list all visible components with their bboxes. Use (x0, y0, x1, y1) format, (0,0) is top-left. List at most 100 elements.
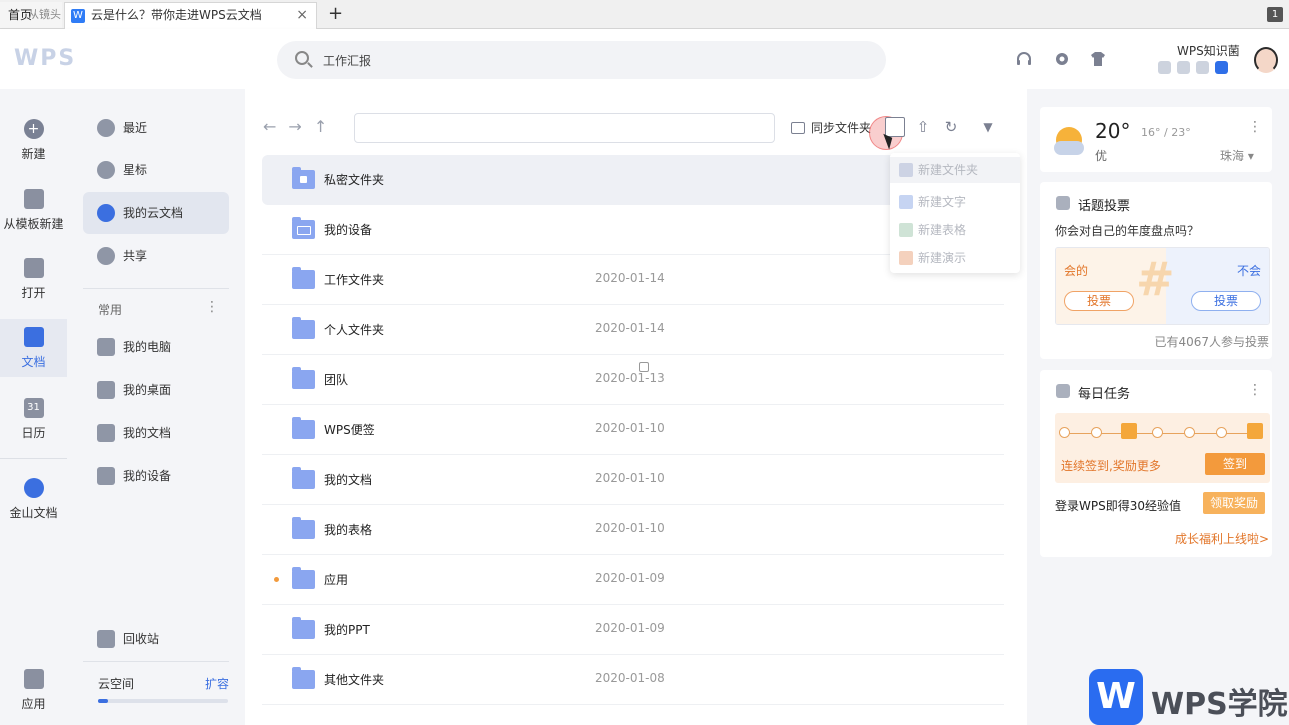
refresh-icon[interactable]: ↻ (941, 117, 961, 137)
folder-icon (292, 467, 315, 489)
skin-shirt-icon[interactable] (1089, 50, 1107, 68)
spreadsheet-icon (899, 223, 913, 237)
nav-divider (83, 661, 229, 662)
wps-logo: WPS (14, 46, 77, 71)
rail-new-label: 新建 (21, 147, 46, 161)
people-icon (97, 247, 115, 265)
rail-apps-label: 应用 (21, 697, 46, 711)
back-arrow-icon[interactable]: ← (263, 117, 276, 136)
filter-icon[interactable]: ▼ (978, 117, 998, 137)
nav-trash[interactable]: 回收站 (83, 618, 229, 660)
folder-icon (292, 367, 315, 389)
vote-options: # 会的 不会 投票 投票 (1055, 247, 1270, 325)
rail-docs[interactable]: 文档 (0, 319, 67, 377)
rail-template[interactable]: 从模板新建 (0, 189, 67, 232)
forward-arrow-icon[interactable]: → (288, 117, 301, 136)
gift-icon (1247, 423, 1263, 439)
up-arrow-icon[interactable]: ↑ (314, 117, 327, 136)
file-row[interactable]: 我的PPT 2020-01-09 (262, 605, 1004, 655)
rail-kingsoft-docs[interactable]: 金山文档 (0, 478, 67, 521)
clock-icon (97, 119, 115, 137)
rail-new[interactable]: + 新建 (0, 119, 67, 162)
file-name: 个人文件夹 (324, 323, 385, 337)
rail-calendar[interactable]: 31 日历 (0, 398, 67, 441)
new-indicator-dot (274, 577, 279, 582)
expand-space-link[interactable]: 扩容 (205, 675, 229, 692)
menu-new-folder[interactable]: 新建文件夹 (890, 157, 1020, 183)
file-row[interactable]: 其他文件夹 2020-01-08 (262, 655, 1004, 705)
temperature: 20° (1095, 119, 1131, 143)
username[interactable]: WPS知识菌 (1177, 42, 1240, 59)
nav-star[interactable]: 星标 (83, 149, 229, 191)
nav-recent[interactable]: 最近 (83, 107, 229, 149)
more-icon[interactable]: ⋮ (205, 299, 219, 315)
temperature-range: 16° / 23° (1141, 126, 1191, 139)
tab-document[interactable]: W 云是什么？带你走进WPS云文档 × (64, 2, 317, 29)
presentation-icon (899, 251, 913, 265)
rail-apps[interactable]: 应用 (0, 669, 67, 712)
nav-my-pc-label: 我的电脑 (123, 340, 172, 354)
file-row[interactable]: WPS便签 2020-01-10 (262, 405, 1004, 455)
file-name: WPS便签 (324, 423, 375, 437)
air-quality: 优 (1095, 149, 1108, 163)
file-name: 我的文档 (324, 473, 373, 487)
rail-open[interactable]: 打开 (0, 258, 67, 301)
nav-my-cloud-docs[interactable]: 我的云文档 (83, 192, 229, 234)
computer-icon (97, 338, 115, 356)
task-title: 每日任务 (1078, 387, 1131, 402)
menu-new-sheet-label: 新建表格 (918, 223, 967, 237)
tab-bar: 首页 从镜头 W 云是什么？带你走进WPS云文档 × + 1 (0, 0, 1289, 29)
nav-arrows: ← → ↑ (263, 117, 327, 136)
menu-new-sheet[interactable]: 新建表格 (890, 217, 1020, 243)
wps-writer-icon: W (71, 9, 85, 23)
file-row[interactable]: 团队 2020-01-13 (262, 355, 1004, 405)
wps-academy-text: WPS学院 (1151, 687, 1288, 722)
nav-my-devices[interactable]: 我的设备 (83, 455, 229, 497)
nav-my-desktop[interactable]: 我的桌面 (83, 369, 229, 411)
nav-share[interactable]: 共享 (83, 235, 229, 277)
rail-calendar-label: 日历 (21, 426, 46, 440)
path-bar[interactable] (354, 113, 775, 143)
folder-icon (292, 667, 315, 689)
sync-folder-icon (791, 122, 805, 134)
menu-new-text[interactable]: 新建文字 (890, 189, 1020, 215)
new-tab-button[interactable]: + (328, 2, 348, 26)
claim-reward-button[interactable]: 领取奖励 (1203, 492, 1265, 514)
tab-home[interactable]: 首页 从镜头 (0, 2, 62, 28)
vote-title: 话题投票 (1078, 199, 1131, 214)
file-name: 我的表格 (324, 523, 373, 537)
search-bar[interactable] (277, 41, 886, 79)
file-row[interactable]: 个人文件夹 2020-01-14 (262, 305, 1004, 355)
file-date: 2020-01-09 (595, 621, 665, 635)
file-date: 2020-01-10 (595, 471, 665, 485)
sync-folder-button[interactable]: 同步文件夹 (791, 119, 871, 136)
upload-icon[interactable]: ⇧ (913, 117, 933, 137)
close-tab-icon[interactable]: × (296, 3, 308, 28)
search-input[interactable] (323, 50, 823, 70)
document-icon (23, 327, 44, 347)
headset-icon[interactable] (1015, 50, 1033, 68)
settings-gear-icon[interactable] (1053, 50, 1071, 68)
file-row[interactable]: 我的表格 2020-01-10 (262, 505, 1004, 555)
file-date: 2020-01-10 (595, 421, 665, 435)
task-menu-icon[interactable]: ⋮ (1248, 382, 1262, 398)
menu-new-slides[interactable]: 新建演示 (890, 245, 1020, 271)
nav-my-pc[interactable]: 我的电脑 (83, 326, 229, 368)
weather-card: 20° 16° / 23° 优 珠海 ▾ ⋮ (1040, 107, 1272, 172)
calendar-icon: 31 (23, 398, 44, 418)
weather-menu-icon[interactable]: ⋮ (1248, 119, 1262, 135)
vote-no-button[interactable]: 投票 (1191, 291, 1261, 311)
nav-my-docs[interactable]: 我的文档 (83, 412, 229, 454)
city-selector[interactable]: 珠海 ▾ (1220, 147, 1254, 164)
vote-yes-button[interactable]: 投票 (1064, 291, 1134, 311)
rail-open-label: 打开 (21, 286, 46, 300)
folder-open-icon (23, 258, 44, 278)
file-row[interactable]: 我的文档 2020-01-10 (262, 455, 1004, 505)
file-row[interactable]: 应用 2020-01-09 (262, 555, 1004, 605)
cloud-icon (1054, 141, 1084, 155)
window-count-badge[interactable]: 1 (1267, 7, 1283, 22)
gift-icon (1121, 423, 1137, 439)
growth-benefit-link[interactable]: 成长福利上线啦> (1175, 530, 1269, 547)
user-avatar[interactable] (1254, 47, 1278, 73)
sign-in-button[interactable]: 签到 (1205, 453, 1265, 475)
